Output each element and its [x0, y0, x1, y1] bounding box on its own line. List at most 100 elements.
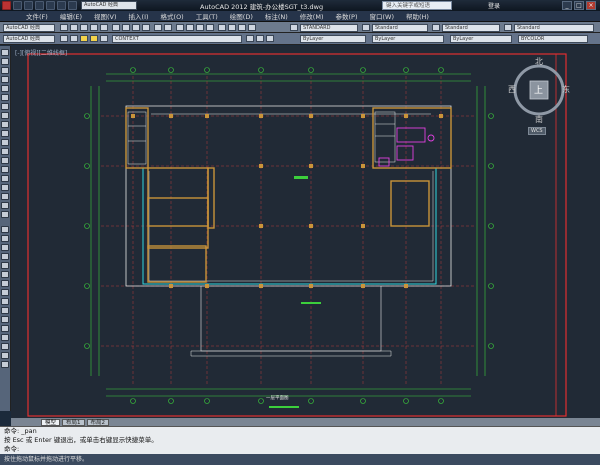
- gradient-icon[interactable]: [1, 184, 9, 191]
- gear-icon[interactable]: [60, 35, 68, 42]
- menu-parametric[interactable]: 参数(P): [335, 11, 357, 21]
- tab-layout1[interactable]: 布局1: [62, 418, 85, 426]
- menu-edit[interactable]: 编辑(E): [60, 11, 82, 21]
- ellipse-arc-icon[interactable]: [1, 139, 9, 146]
- make-current-icon[interactable]: [246, 35, 254, 42]
- table-icon[interactable]: [1, 202, 9, 209]
- rotate-icon[interactable]: [1, 280, 9, 287]
- search-input[interactable]: 键入关键字或短语: [382, 1, 452, 10]
- construction-line-icon[interactable]: [1, 58, 9, 65]
- layer-match-icon[interactable]: [266, 35, 274, 42]
- mleader-style-combo[interactable]: Standard: [514, 24, 594, 32]
- open-icon[interactable]: [70, 24, 78, 31]
- ellipse-icon[interactable]: [1, 130, 9, 137]
- polyline-icon[interactable]: [1, 67, 9, 74]
- wcs-menu[interactable]: WCS: [528, 127, 546, 135]
- help-icon[interactable]: [248, 24, 256, 31]
- layer-properties-icon[interactable]: [70, 35, 78, 42]
- arc-icon[interactable]: [1, 94, 9, 101]
- menu-draw[interactable]: 绘图(D): [230, 11, 253, 21]
- array-icon[interactable]: [1, 262, 9, 269]
- maximize-icon[interactable]: □: [574, 1, 584, 10]
- print-icon[interactable]: [90, 24, 98, 31]
- extend-icon[interactable]: [1, 316, 9, 323]
- stretch-icon[interactable]: [1, 298, 9, 305]
- mirror-icon[interactable]: [1, 244, 9, 251]
- redo-icon[interactable]: [57, 1, 66, 10]
- menu-help[interactable]: 帮助(H): [406, 11, 429, 21]
- menu-window[interactable]: 窗口(W): [369, 11, 394, 21]
- pan-icon[interactable]: [176, 24, 184, 31]
- preview-icon[interactable]: [100, 24, 108, 31]
- new-icon[interactable]: [13, 1, 22, 10]
- plotstyle-combo[interactable]: BYCOLOR: [518, 35, 588, 43]
- menu-format[interactable]: 格式(O): [161, 11, 184, 21]
- make-block-icon[interactable]: [1, 157, 9, 164]
- app-menu-icon[interactable]: [2, 1, 11, 10]
- login-button[interactable]: 登录: [488, 1, 500, 10]
- lock-icon[interactable]: [100, 35, 108, 42]
- mleader-style-icon[interactable]: [504, 24, 512, 31]
- multiline-text-icon[interactable]: [1, 211, 9, 218]
- table-style-icon[interactable]: [432, 24, 440, 31]
- scale-icon[interactable]: [1, 289, 9, 296]
- layer-combo[interactable]: CONTEXT: [112, 35, 242, 43]
- menu-dimension[interactable]: 标注(N): [265, 11, 288, 21]
- close-icon[interactable]: ×: [586, 1, 596, 10]
- menu-file[interactable]: 文件(F): [26, 11, 48, 21]
- menu-insert[interactable]: 插入(I): [129, 11, 149, 21]
- explode-icon[interactable]: [1, 361, 9, 368]
- tab-model[interactable]: 模型: [41, 418, 61, 426]
- text-style-icon[interactable]: [290, 24, 298, 31]
- erase-icon[interactable]: [1, 226, 9, 233]
- insert-block-icon[interactable]: [1, 148, 9, 155]
- workspace-combo-2[interactable]: AutoCAD 经典: [3, 35, 55, 43]
- viewcube-north[interactable]: 北: [535, 56, 543, 67]
- undo-icon[interactable]: [46, 1, 55, 10]
- rectangle-icon[interactable]: [1, 85, 9, 92]
- zoom-window-icon[interactable]: [196, 24, 204, 31]
- menu-tools[interactable]: 工具(T): [196, 11, 218, 21]
- tool-palettes-icon[interactable]: [238, 24, 246, 31]
- trim-icon[interactable]: [1, 307, 9, 314]
- redo-icon[interactable]: [164, 24, 172, 31]
- properties-icon[interactable]: [218, 24, 226, 31]
- circle-icon[interactable]: [1, 103, 9, 110]
- open-icon[interactable]: [24, 1, 33, 10]
- undo-icon[interactable]: [154, 24, 162, 31]
- viewcube-top-face[interactable]: 上: [534, 83, 543, 96]
- lightbulb-icon[interactable]: [80, 35, 88, 42]
- linetype-combo[interactable]: ByLayer: [372, 35, 444, 43]
- point-icon[interactable]: [1, 166, 9, 173]
- color-combo[interactable]: ByLayer: [300, 35, 366, 43]
- command-prompt[interactable]: 命令:: [4, 445, 600, 454]
- match-properties-icon[interactable]: [142, 24, 150, 31]
- fillet-icon[interactable]: [1, 352, 9, 359]
- move-icon[interactable]: [1, 271, 9, 278]
- viewcube-south[interactable]: 南: [535, 114, 543, 125]
- plot-icon[interactable]: [68, 1, 77, 10]
- menu-view[interactable]: 视图(V): [94, 11, 117, 21]
- viewcube-east[interactable]: 东: [562, 84, 570, 95]
- dim-style-combo[interactable]: Standard: [372, 24, 428, 32]
- spline-icon[interactable]: [1, 121, 9, 128]
- save-icon[interactable]: [35, 1, 44, 10]
- design-center-icon[interactable]: [228, 24, 236, 31]
- copy-object-icon[interactable]: [1, 235, 9, 242]
- dim-style-icon[interactable]: [362, 24, 370, 31]
- save-icon[interactable]: [80, 24, 88, 31]
- region-icon[interactable]: [1, 193, 9, 200]
- revision-cloud-icon[interactable]: [1, 112, 9, 119]
- workspace-dropdown[interactable]: AutoCAD 经典: [81, 1, 137, 10]
- tab-layout2[interactable]: 布局2: [86, 418, 110, 426]
- hatch-icon[interactable]: [1, 175, 9, 182]
- layer-previous-icon[interactable]: [256, 35, 264, 42]
- menu-modify[interactable]: 修改(M): [300, 11, 324, 21]
- lineweight-combo[interactable]: ByLayer: [450, 35, 512, 43]
- command-line[interactable]: 命令: _pan 按 Esc 或 Enter 键退出，或单击右键显示快捷菜单。 …: [0, 426, 600, 454]
- zoom-realtime-icon[interactable]: [186, 24, 194, 31]
- sun-icon[interactable]: [90, 35, 98, 42]
- polygon-icon[interactable]: [1, 76, 9, 83]
- workspace-combo[interactable]: AutoCAD 经典: [3, 24, 55, 32]
- minimize-icon[interactable]: _: [562, 1, 572, 10]
